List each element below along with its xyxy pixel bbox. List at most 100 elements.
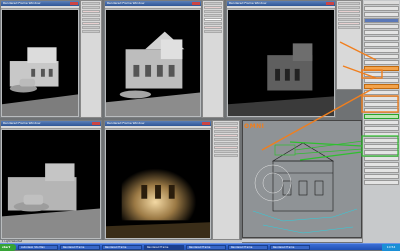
render-settings-panel-3[interactable] [336, 0, 362, 90]
panel-row[interactable] [214, 142, 238, 145]
panel-row[interactable] [214, 130, 238, 133]
panel-row[interactable] [214, 126, 238, 129]
rollout[interactable] [364, 174, 399, 179]
window-controls[interactable] [192, 2, 200, 5]
taskbar-item[interactable]: Rendered Frame [60, 245, 100, 250]
panel-row[interactable] [214, 146, 238, 149]
panel-row[interactable] [82, 10, 100, 13]
rollout[interactable] [364, 138, 399, 143]
rollout[interactable] [364, 30, 399, 35]
panel-row[interactable] [82, 30, 100, 33]
panel-row[interactable] [338, 6, 360, 9]
panel-row[interactable] [82, 18, 100, 21]
render-toolbar[interactable] [105, 126, 211, 129]
panel-row[interactable] [338, 18, 360, 21]
render-settings-panel-4[interactable] [212, 120, 240, 240]
panel-row[interactable] [204, 2, 222, 5]
taskbar-item[interactable]: Rendered Frame [186, 245, 226, 250]
window-title: Rendered Frame Window [3, 1, 41, 5]
panel-row[interactable] [82, 2, 100, 5]
render-image-4 [2, 130, 100, 238]
taskbar-item[interactable]: Rendered Frame [228, 245, 268, 250]
rollout[interactable] [364, 162, 399, 167]
panel-row[interactable] [204, 10, 222, 13]
render-window-3[interactable]: Rendered Frame Window [226, 0, 336, 118]
panel-row[interactable] [214, 138, 238, 141]
highlighted-rollout[interactable] [364, 66, 399, 71]
highlighted-rollout-green[interactable] [364, 114, 399, 119]
panel-row[interactable] [338, 22, 360, 25]
render-window-2[interactable]: Rendered Frame Window [104, 0, 202, 118]
rollout[interactable] [364, 144, 399, 149]
rollout[interactable] [364, 12, 399, 17]
panel-row[interactable] [204, 14, 222, 17]
panel-row[interactable] [82, 22, 100, 25]
render-image-2 [106, 10, 200, 116]
render-settings-panel-1[interactable] [80, 0, 102, 118]
window-controls[interactable] [70, 2, 78, 5]
rollout[interactable] [364, 156, 399, 161]
render-window-5[interactable]: Rendered Frame Window [104, 120, 212, 240]
window-controls[interactable] [202, 122, 210, 125]
panel-row[interactable] [338, 26, 360, 29]
render-toolbar[interactable] [105, 6, 201, 9]
rollout[interactable] [364, 132, 399, 137]
render-toolbar[interactable] [1, 126, 101, 129]
window-title: Rendered Frame Window [107, 121, 145, 125]
perspective-viewport[interactable] [242, 120, 362, 238]
render-toolbar[interactable] [227, 6, 335, 9]
panel-row[interactable] [214, 154, 238, 157]
panel-row[interactable] [338, 10, 360, 13]
panel-row[interactable] [204, 26, 222, 29]
rollout[interactable] [364, 42, 399, 47]
panel-row[interactable] [82, 14, 100, 17]
taskbar[interactable]: start Autodesk 3ds Max Rendered Frame Re… [0, 243, 400, 251]
rollout[interactable] [364, 102, 399, 107]
taskbar-item[interactable]: Rendered Frame [144, 245, 184, 250]
window-controls[interactable] [326, 2, 334, 5]
taskbar-item[interactable]: Rendered Frame [102, 245, 142, 250]
taskbar-item[interactable]: Rendered Frame [270, 245, 310, 250]
panel-row[interactable] [204, 18, 222, 21]
rollout-selected[interactable] [364, 18, 399, 23]
time-slider[interactable] [242, 238, 362, 242]
render-settings-panel-2[interactable] [202, 0, 224, 118]
panel-row[interactable] [214, 150, 238, 153]
taskbar-item[interactable]: Autodesk 3ds Max [18, 245, 58, 250]
rollout[interactable] [364, 168, 399, 173]
rollout[interactable] [364, 78, 399, 83]
panel-row[interactable] [338, 2, 360, 5]
rollout[interactable] [364, 90, 399, 95]
rollout[interactable] [364, 96, 399, 101]
rollout[interactable] [364, 54, 399, 59]
command-panel[interactable] [362, 0, 400, 250]
panel-row[interactable] [338, 14, 360, 17]
panel-row[interactable] [82, 26, 100, 29]
render-image-1 [2, 10, 78, 116]
panel-row[interactable] [204, 22, 222, 25]
rollout[interactable] [364, 48, 399, 53]
rollout[interactable] [364, 180, 399, 185]
highlighted-rollout[interactable] [364, 84, 399, 89]
viewport-wireframe[interactable] [243, 121, 362, 238]
render-window-4[interactable]: Rendered Frame Window [0, 120, 102, 240]
rollout[interactable] [364, 6, 399, 11]
panel-row[interactable] [214, 122, 238, 125]
command-panel-tabs[interactable] [364, 1, 399, 5]
panel-row[interactable] [214, 134, 238, 137]
rollout[interactable] [364, 108, 399, 113]
rollout[interactable] [364, 150, 399, 155]
window-controls[interactable] [92, 122, 100, 125]
panel-row[interactable] [204, 6, 222, 9]
rollout[interactable] [364, 126, 399, 131]
rollout[interactable] [364, 72, 399, 77]
rollout[interactable] [364, 36, 399, 41]
rollout[interactable] [364, 60, 399, 65]
render-window-1[interactable]: Rendered Frame Window [0, 0, 80, 118]
panel-row[interactable] [204, 30, 222, 33]
rollout[interactable] [364, 24, 399, 29]
window-title: Rendered Frame Window [107, 1, 145, 5]
render-toolbar[interactable] [1, 6, 79, 9]
rollout[interactable] [364, 120, 399, 125]
panel-row[interactable] [82, 6, 100, 9]
